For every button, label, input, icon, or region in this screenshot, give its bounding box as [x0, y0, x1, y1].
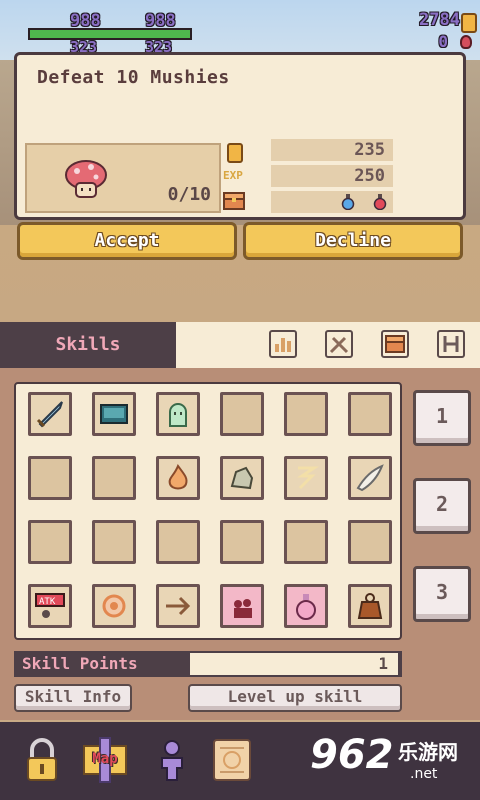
skill-slot[interactable] — [348, 584, 392, 628]
sword-icon — [36, 401, 63, 428]
skill-slot[interactable] — [284, 456, 328, 500]
skill-grid: ATK — [14, 382, 402, 640]
skill-slot[interactable] — [92, 392, 136, 436]
hp-bar-fill — [30, 30, 190, 38]
map-label: Map — [92, 751, 118, 767]
reward-gold-icon — [227, 143, 243, 163]
skill-slot[interactable] — [284, 520, 328, 564]
quest-dialog: Defeat 10 Mushies 0/10 EXP 235 250 — [14, 52, 466, 220]
skill-slot[interactable] — [156, 456, 200, 500]
scroll-icon[interactable] — [210, 736, 254, 784]
skill-slot[interactable] — [28, 520, 72, 564]
skill-slot[interactable] — [92, 520, 136, 564]
red-potion-icon — [373, 194, 387, 210]
fire-icon — [168, 463, 188, 490]
page-2-button[interactable]: 2 — [413, 478, 471, 534]
skill-slot[interactable] — [220, 456, 264, 500]
skill-slot[interactable] — [92, 584, 136, 628]
watermark-number: 962 — [310, 732, 394, 778]
menu-tab-bar: Skills — [0, 322, 480, 368]
reward-exp-icon: EXP — [223, 169, 243, 182]
reward-exp-bar: 250 — [271, 165, 393, 187]
skill-points-label: Skill Points — [22, 654, 138, 673]
skill-slot[interactable] — [348, 456, 392, 500]
skill-slot[interactable] — [156, 584, 200, 628]
accept-button[interactable]: Accept — [17, 222, 237, 260]
gem-count: 0 — [438, 32, 448, 51]
skill-slot[interactable] — [156, 520, 200, 564]
skill-points-box: 1 — [190, 653, 398, 675]
quest-progress: 0/10 — [167, 184, 211, 205]
skill-slot[interactable]: ATK — [28, 584, 72, 628]
book-icon — [100, 404, 128, 424]
bag-icon — [357, 593, 383, 619]
lock-icon[interactable] — [20, 736, 64, 784]
chest-icon[interactable] — [381, 330, 409, 358]
wing-icon — [356, 464, 384, 492]
weapon-icon[interactable] — [325, 330, 353, 358]
page-1-button[interactable]: 1 — [413, 390, 471, 446]
reward-gold-value: 235 — [354, 140, 385, 160]
stats-icon[interactable] — [269, 330, 297, 358]
skill-slot[interactable] — [92, 456, 136, 500]
decline-button[interactable]: Decline — [243, 222, 463, 260]
atk-up-icon: ATK — [35, 593, 65, 618]
whirlwind-icon — [297, 466, 319, 490]
mushroom-icon — [65, 160, 107, 198]
shadow-icon — [234, 599, 252, 618]
skill-points-row: Skill Points 1 — [14, 651, 402, 677]
skill-slot[interactable] — [348, 392, 392, 436]
coin-icon — [461, 13, 477, 33]
reward-gold-bar: 235 — [271, 139, 393, 161]
skill-slot[interactable] — [220, 392, 264, 436]
skill-slot[interactable] — [284, 584, 328, 628]
page-3-button[interactable]: 3 — [413, 566, 471, 622]
arrow-icon — [166, 596, 191, 616]
skill-slot[interactable] — [28, 456, 72, 500]
gear-icon — [102, 594, 126, 618]
reward-chest-icon — [223, 192, 245, 210]
potion-icon — [296, 594, 316, 620]
quest-title: Defeat 10 Mushies — [37, 67, 230, 88]
skill-info-button[interactable]: Skill Info — [14, 684, 132, 712]
skill-slot[interactable] — [220, 584, 264, 628]
menu-h-icon[interactable] — [437, 330, 465, 358]
quest-target-box: 0/10 — [25, 143, 221, 213]
skill-slot[interactable] — [284, 392, 328, 436]
character-icon[interactable] — [150, 736, 194, 784]
hp-current: 988 — [70, 11, 101, 31]
map-icon[interactable]: Map — [80, 736, 130, 784]
skill-slot[interactable] — [28, 392, 72, 436]
watermark-domain: .net — [410, 766, 438, 782]
gold-count: 2784 — [419, 10, 460, 30]
skill-points-value: 1 — [378, 654, 388, 673]
rock-icon — [230, 466, 254, 490]
blue-potion-icon — [341, 194, 355, 210]
skills-area: ATK 1 2 3 Skill Points 1 Skill Info Leve… — [0, 368, 480, 720]
ghost-icon — [169, 403, 187, 427]
svg-text:ATK: ATK — [39, 597, 56, 607]
reward-exp-value: 250 — [354, 166, 385, 186]
watermark: 962 乐游网 .net — [300, 730, 480, 792]
gem-icon — [460, 35, 472, 49]
tab-skills[interactable]: Skills — [0, 322, 176, 368]
level-up-skill-button[interactable]: Level up skill — [188, 684, 402, 712]
skill-slot[interactable] — [156, 392, 200, 436]
reward-items-bar — [271, 191, 393, 213]
skill-slot[interactable] — [220, 520, 264, 564]
skill-slot[interactable] — [348, 520, 392, 564]
watermark-chinese: 乐游网 — [398, 740, 458, 764]
hp-max: 988 — [145, 11, 176, 31]
